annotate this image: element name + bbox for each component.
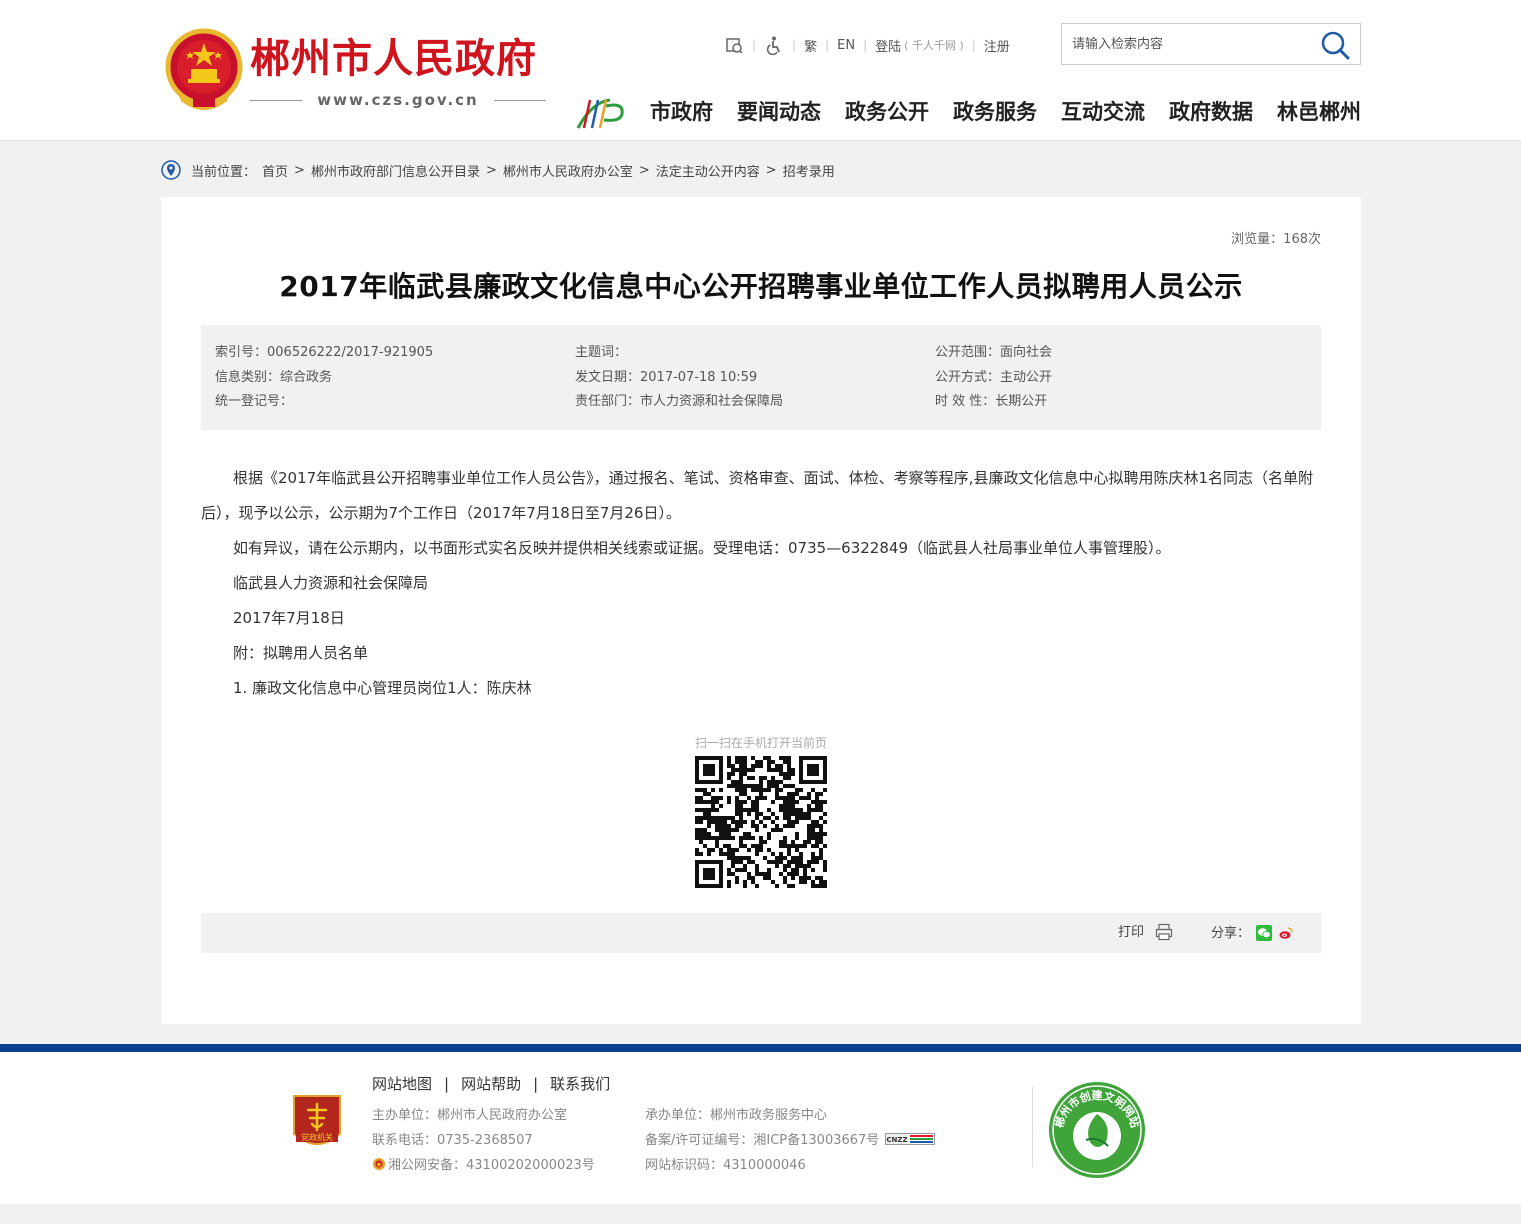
svg-text:CNZZ: CNZZ xyxy=(887,1136,908,1144)
util-sep: | xyxy=(752,38,757,52)
breadcrumb-home[interactable]: 首页 xyxy=(262,161,288,180)
nav-item-city-gov[interactable]: 市政府 xyxy=(650,96,713,128)
meta-keywords: 主题词： xyxy=(575,345,628,360)
elder-mode-icon[interactable] xyxy=(724,35,744,55)
national-emblem-icon[interactable] xyxy=(163,27,245,111)
util-sep: | xyxy=(971,38,976,52)
nav-item-news[interactable]: 要闻动态 xyxy=(737,96,821,128)
party-badge-text: 党政机关 xyxy=(301,1132,333,1142)
footer-vertical-divider xyxy=(1032,1087,1033,1167)
footer-icp-row: 备案/许可证编号：湘ICP备13003667号 CNZZ xyxy=(645,1131,936,1151)
article-paragraph: 2017年7月18日 xyxy=(233,609,345,627)
nav-item-linyi-chenzhou[interactable]: 林邑郴州 xyxy=(1277,96,1361,128)
footer-links: 网站地图 | 网站帮助 | 联系我们 xyxy=(372,1074,610,1094)
meta-validity: 时 效 性：长期公开 xyxy=(935,394,1048,409)
nav-item-gov-service[interactable]: 政务服务 xyxy=(953,96,1037,128)
footer-icp[interactable]: 备案/许可证编号：湘ICP备13003667号 xyxy=(645,1133,879,1148)
footer-link-help[interactable]: 网站帮助 xyxy=(461,1074,521,1094)
nav-item-interaction[interactable]: 互动交流 xyxy=(1061,96,1145,128)
article-body: 根据《2017年临武县公开招聘事业单位工作人员公告》，通过报名、笔试、资格审查、… xyxy=(201,461,1321,706)
meta-scope: 公开范围：面向社会 xyxy=(935,345,1053,360)
breadcrumb-label: 当前位置： xyxy=(191,164,257,180)
breadcrumb-arrow: > xyxy=(765,162,777,178)
search-box xyxy=(1061,23,1361,65)
article-paragraph: 临武县人力资源和社会保障局 xyxy=(233,574,429,592)
site-header: 郴州市人民政府 www.czs.gov.cn | | 繁 | EN | 登陆 (… xyxy=(0,0,1521,141)
footer-organizer: 承办单位：郴州市政务服务中心 xyxy=(645,1108,828,1123)
footer-police-row: 湘公网安备：43100202000023号 xyxy=(372,1156,595,1176)
view-count: 浏览量：168次 xyxy=(1231,232,1321,247)
footer-sep: | xyxy=(533,1075,539,1093)
breadcrumb-dept-catalog[interactable]: 郴州市政府部门信息公开目录 xyxy=(311,161,480,180)
url-line-right xyxy=(494,100,546,101)
article-paragraph: 根据《2017年临武县公开招聘事业单位工作人员公告》，通过报名、笔试、资格审查、… xyxy=(201,469,1313,522)
cnzz-stat-icon[interactable]: CNZZ xyxy=(885,1133,936,1145)
util-sep: | xyxy=(792,38,797,52)
breadcrumb-recruitment[interactable]: 招考录用 xyxy=(783,161,835,180)
search-icon[interactable] xyxy=(1320,30,1350,60)
civilized-website-badge-icon[interactable]: 郴州市创建文明网站 xyxy=(1046,1080,1148,1180)
meta-index-no: 索引号：006526222/2017-921905 xyxy=(215,345,434,360)
meta-pub-date: 发文日期：2017-07-18 10:59 xyxy=(575,370,758,385)
login-sub-label: ( 千人千网 ) xyxy=(904,39,964,52)
register-link[interactable]: 注册 xyxy=(984,36,1010,55)
footer-bottom-strip xyxy=(0,1204,1521,1224)
article-paragraph: 附：拟聘用人员名单 xyxy=(233,644,369,662)
article-paragraph: 如有异议，请在公示期内，以书面形式实名反映并提供相关线索或证据。受理电话：073… xyxy=(233,539,1171,557)
qr-code-icon xyxy=(695,756,827,888)
util-sep: | xyxy=(863,38,868,52)
share-label: 分享： xyxy=(1211,926,1251,941)
party-gov-badge-icon[interactable]: 党政机关 xyxy=(290,1090,344,1152)
location-pin-icon xyxy=(161,160,181,180)
print-button[interactable]: 打印 xyxy=(1118,923,1144,943)
footer-divider xyxy=(0,1044,1521,1052)
accessibility-icon[interactable] xyxy=(764,35,784,55)
footer-link-sitemap[interactable]: 网站地图 xyxy=(372,1074,432,1094)
breadcrumb: 当前位置： 首页 > 郴州市政府部门信息公开目录 > 郴州市人民政府办公室 > … xyxy=(161,158,835,182)
breadcrumb-arrow: > xyxy=(294,162,305,178)
article-title: 2017年临武县廉政文化信息中心公开招聘事业单位工作人员拟聘用人员公示 xyxy=(279,270,1243,303)
meta-method: 公开方式：主动公开 xyxy=(935,370,1053,385)
search-input[interactable] xyxy=(1062,24,1312,64)
meta-dept: 责任部门：市人力资源和社会保障局 xyxy=(575,394,784,409)
nav-item-gov-open[interactable]: 政务公开 xyxy=(845,96,929,128)
footer-link-contact[interactable]: 联系我们 xyxy=(550,1074,610,1094)
util-sep: | xyxy=(825,38,830,52)
footer-police-record[interactable]: 湘公网安备：43100202000023号 xyxy=(388,1158,595,1173)
article-panel: 浏览量：168次 2017年临武县廉政文化信息中心公开招聘事业单位工作人员拟聘用… xyxy=(161,197,1361,1024)
traditional-chinese-link[interactable]: 繁 xyxy=(804,36,817,55)
login-link[interactable]: 登陆 xyxy=(875,36,901,55)
site-footer: 党政机关 网站地图 | 网站帮助 | 联系我们 主办单位：郴州市人民政府办公室 … xyxy=(0,1052,1521,1204)
article-meta: 索引号：006526222/2017-921905 主题词： 公开范围：面向社会… xyxy=(201,325,1321,430)
main-nav: 市政府 要闻动态 政务公开 政务服务 互动交流 政府数据 林邑郴州 xyxy=(650,96,1361,128)
nav-logo-icon xyxy=(576,98,624,129)
qr-section: 扫一扫在手机打开当前页 xyxy=(695,734,827,888)
meta-category: 信息类别：综合政务 xyxy=(215,370,333,385)
footer-sep: | xyxy=(444,1075,450,1093)
english-link[interactable]: EN xyxy=(837,38,855,53)
utility-bar: | | 繁 | EN | 登陆 ( 千人千网 ) | 注册 xyxy=(724,35,1010,55)
nav-item-gov-data[interactable]: 政府数据 xyxy=(1169,96,1253,128)
breadcrumb-arrow: > xyxy=(638,162,650,178)
footer-phone: 联系电话：0735-2368507 xyxy=(372,1133,533,1148)
meta-reg-no: 统一登记号： xyxy=(215,394,294,409)
qr-tip: 扫一扫在手机打开当前页 xyxy=(694,736,827,750)
article-paragraph: 1. 廉政文化信息中心管理员岗位1人：陈庆林 xyxy=(233,679,532,697)
site-url-wrap: www.czs.gov.cn xyxy=(250,90,546,110)
weibo-icon[interactable] xyxy=(1278,925,1294,941)
site-title[interactable]: 郴州市人民政府 xyxy=(250,34,537,84)
breadcrumb-gov-office[interactable]: 郴州市人民政府办公室 xyxy=(503,161,633,180)
share-bar: 打印 分享： xyxy=(201,913,1321,953)
footer-sponsor: 主办单位：郴州市人民政府办公室 xyxy=(372,1108,568,1123)
breadcrumb-arrow: > xyxy=(485,162,497,178)
wechat-icon[interactable] xyxy=(1256,925,1272,941)
breadcrumb-statutory-content[interactable]: 法定主动公开内容 xyxy=(656,161,760,180)
police-badge-icon xyxy=(373,1158,385,1170)
printer-icon[interactable] xyxy=(1155,923,1173,941)
footer-site-code: 网站标识码：4310000046 xyxy=(645,1158,806,1173)
